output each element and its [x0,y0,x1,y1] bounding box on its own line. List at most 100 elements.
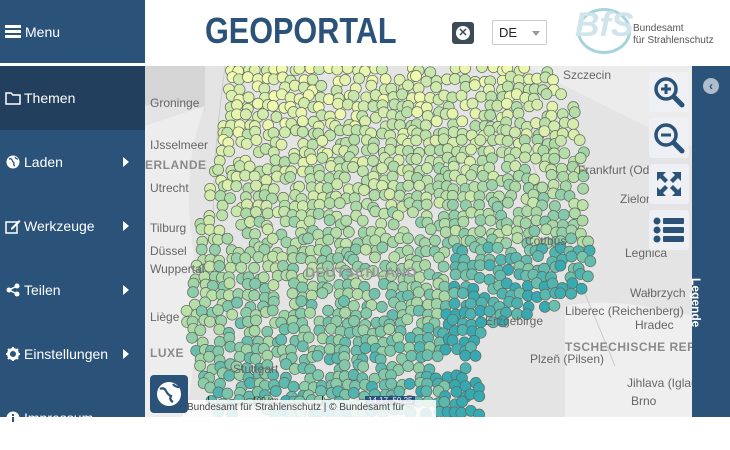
measurement-point[interactable] [342,226,355,238]
measurement-point[interactable] [565,232,577,245]
measurement-point[interactable] [459,362,472,375]
measurement-point[interactable] [305,153,318,166]
measurement-point[interactable] [216,209,229,222]
measurement-point[interactable] [405,350,418,362]
measurement-point[interactable] [421,162,433,174]
measurement-point[interactable] [231,296,243,309]
measurement-point[interactable] [446,107,459,120]
measurement-point[interactable] [180,304,193,317]
zoom-out-button[interactable] [649,118,689,158]
measurement-point[interactable] [204,315,216,328]
measurement-point[interactable] [367,155,379,167]
measurement-point[interactable] [368,189,381,201]
measurement-point[interactable] [477,170,490,182]
measurement-point[interactable] [312,207,325,220]
measurement-point[interactable] [204,189,217,202]
measurement-point[interactable] [316,287,329,299]
measurement-point[interactable] [558,147,571,160]
measurement-point[interactable] [323,197,336,210]
chevron-left-icon[interactable]: ‹ [703,78,719,94]
measurement-point[interactable] [357,360,370,373]
measurement-point[interactable] [224,261,237,274]
measurement-point[interactable] [224,340,237,353]
measurement-point[interactable] [502,196,514,209]
measurement-point[interactable] [401,106,413,119]
measurement-point[interactable] [302,232,314,245]
measurement-point[interactable] [466,97,479,110]
measurement-point[interactable] [567,118,579,130]
measurement-point[interactable] [252,251,265,263]
measurement-point[interactable] [376,241,389,254]
measurement-point[interactable] [186,331,198,344]
measurement-point[interactable] [459,66,471,75]
measurement-point[interactable] [275,333,288,346]
measurement-point[interactable] [195,243,208,256]
measurement-point[interactable] [555,88,567,101]
measurement-point[interactable] [565,287,577,300]
measurement-point[interactable] [203,350,215,363]
measurement-point[interactable] [413,179,426,192]
sidebar-item-impressum[interactable]: Impressum [0,386,145,450]
measurement-point[interactable] [323,343,336,355]
measurement-point[interactable] [448,297,461,310]
measurement-point[interactable] [293,66,306,75]
measurement-point[interactable] [540,88,553,100]
measurement-point[interactable] [484,109,496,121]
measurement-point[interactable] [410,134,423,147]
measurement-point[interactable] [549,200,561,212]
measurement-point[interactable] [536,181,549,194]
measurement-point[interactable] [221,232,234,245]
measurement-point[interactable] [338,359,351,372]
measurement-point[interactable] [388,251,401,264]
measurement-point[interactable] [456,115,469,128]
measurement-point[interactable] [469,350,482,362]
measurement-point[interactable] [287,322,300,335]
measurement-point[interactable] [359,243,372,256]
measurement-point[interactable] [548,152,561,165]
measurement-point[interactable] [437,260,450,273]
layer-list-button[interactable] [649,210,689,250]
measurement-point[interactable] [351,288,364,300]
zoom-in-button[interactable] [649,72,689,112]
measurement-point[interactable] [446,313,459,326]
sidebar-item-teilen[interactable]: Teilen [0,258,145,322]
measurement-point[interactable] [242,71,254,83]
measurement-point[interactable] [449,73,461,85]
measurement-point[interactable] [295,295,308,308]
measurement-point[interactable] [348,133,361,146]
measurement-point[interactable] [455,134,468,146]
measurement-point[interactable] [323,214,336,226]
measurement-point[interactable] [249,277,261,290]
legend-toggle[interactable]: Legende [689,226,730,327]
measurement-point[interactable] [576,214,589,227]
measurement-point[interactable] [376,162,388,175]
measurement-point[interactable] [240,108,252,121]
measurement-point[interactable] [575,282,588,295]
measurement-point[interactable] [548,299,561,312]
measurement-point[interactable] [369,251,381,264]
measurement-point[interactable] [474,134,487,147]
measurement-point[interactable] [531,98,544,111]
measurement-point[interactable] [565,250,578,263]
measurement-point[interactable] [474,214,487,227]
measurement-point[interactable] [468,79,481,91]
measurement-point[interactable] [261,325,274,338]
measurement-point[interactable] [511,232,524,244]
measurement-point[interactable] [407,206,419,219]
measurement-point[interactable] [250,314,262,327]
measurement-point[interactable] [476,66,488,73]
sidebar-item-einstellungen[interactable]: Einstellungen [0,322,145,386]
measurement-point[interactable] [447,199,459,211]
measurement-point[interactable] [375,301,388,313]
measurement-point[interactable] [555,134,567,147]
measurement-point[interactable] [214,190,227,202]
measurement-point[interactable] [333,197,346,209]
measurement-point[interactable] [576,199,589,211]
measurement-point[interactable] [501,224,513,236]
measurement-point[interactable] [312,369,325,381]
measurement-point[interactable] [430,115,443,128]
measurement-point[interactable] [348,315,360,327]
measurement-point[interactable] [577,182,589,195]
measurement-point[interactable] [486,179,498,191]
measurement-point[interactable] [296,115,309,128]
